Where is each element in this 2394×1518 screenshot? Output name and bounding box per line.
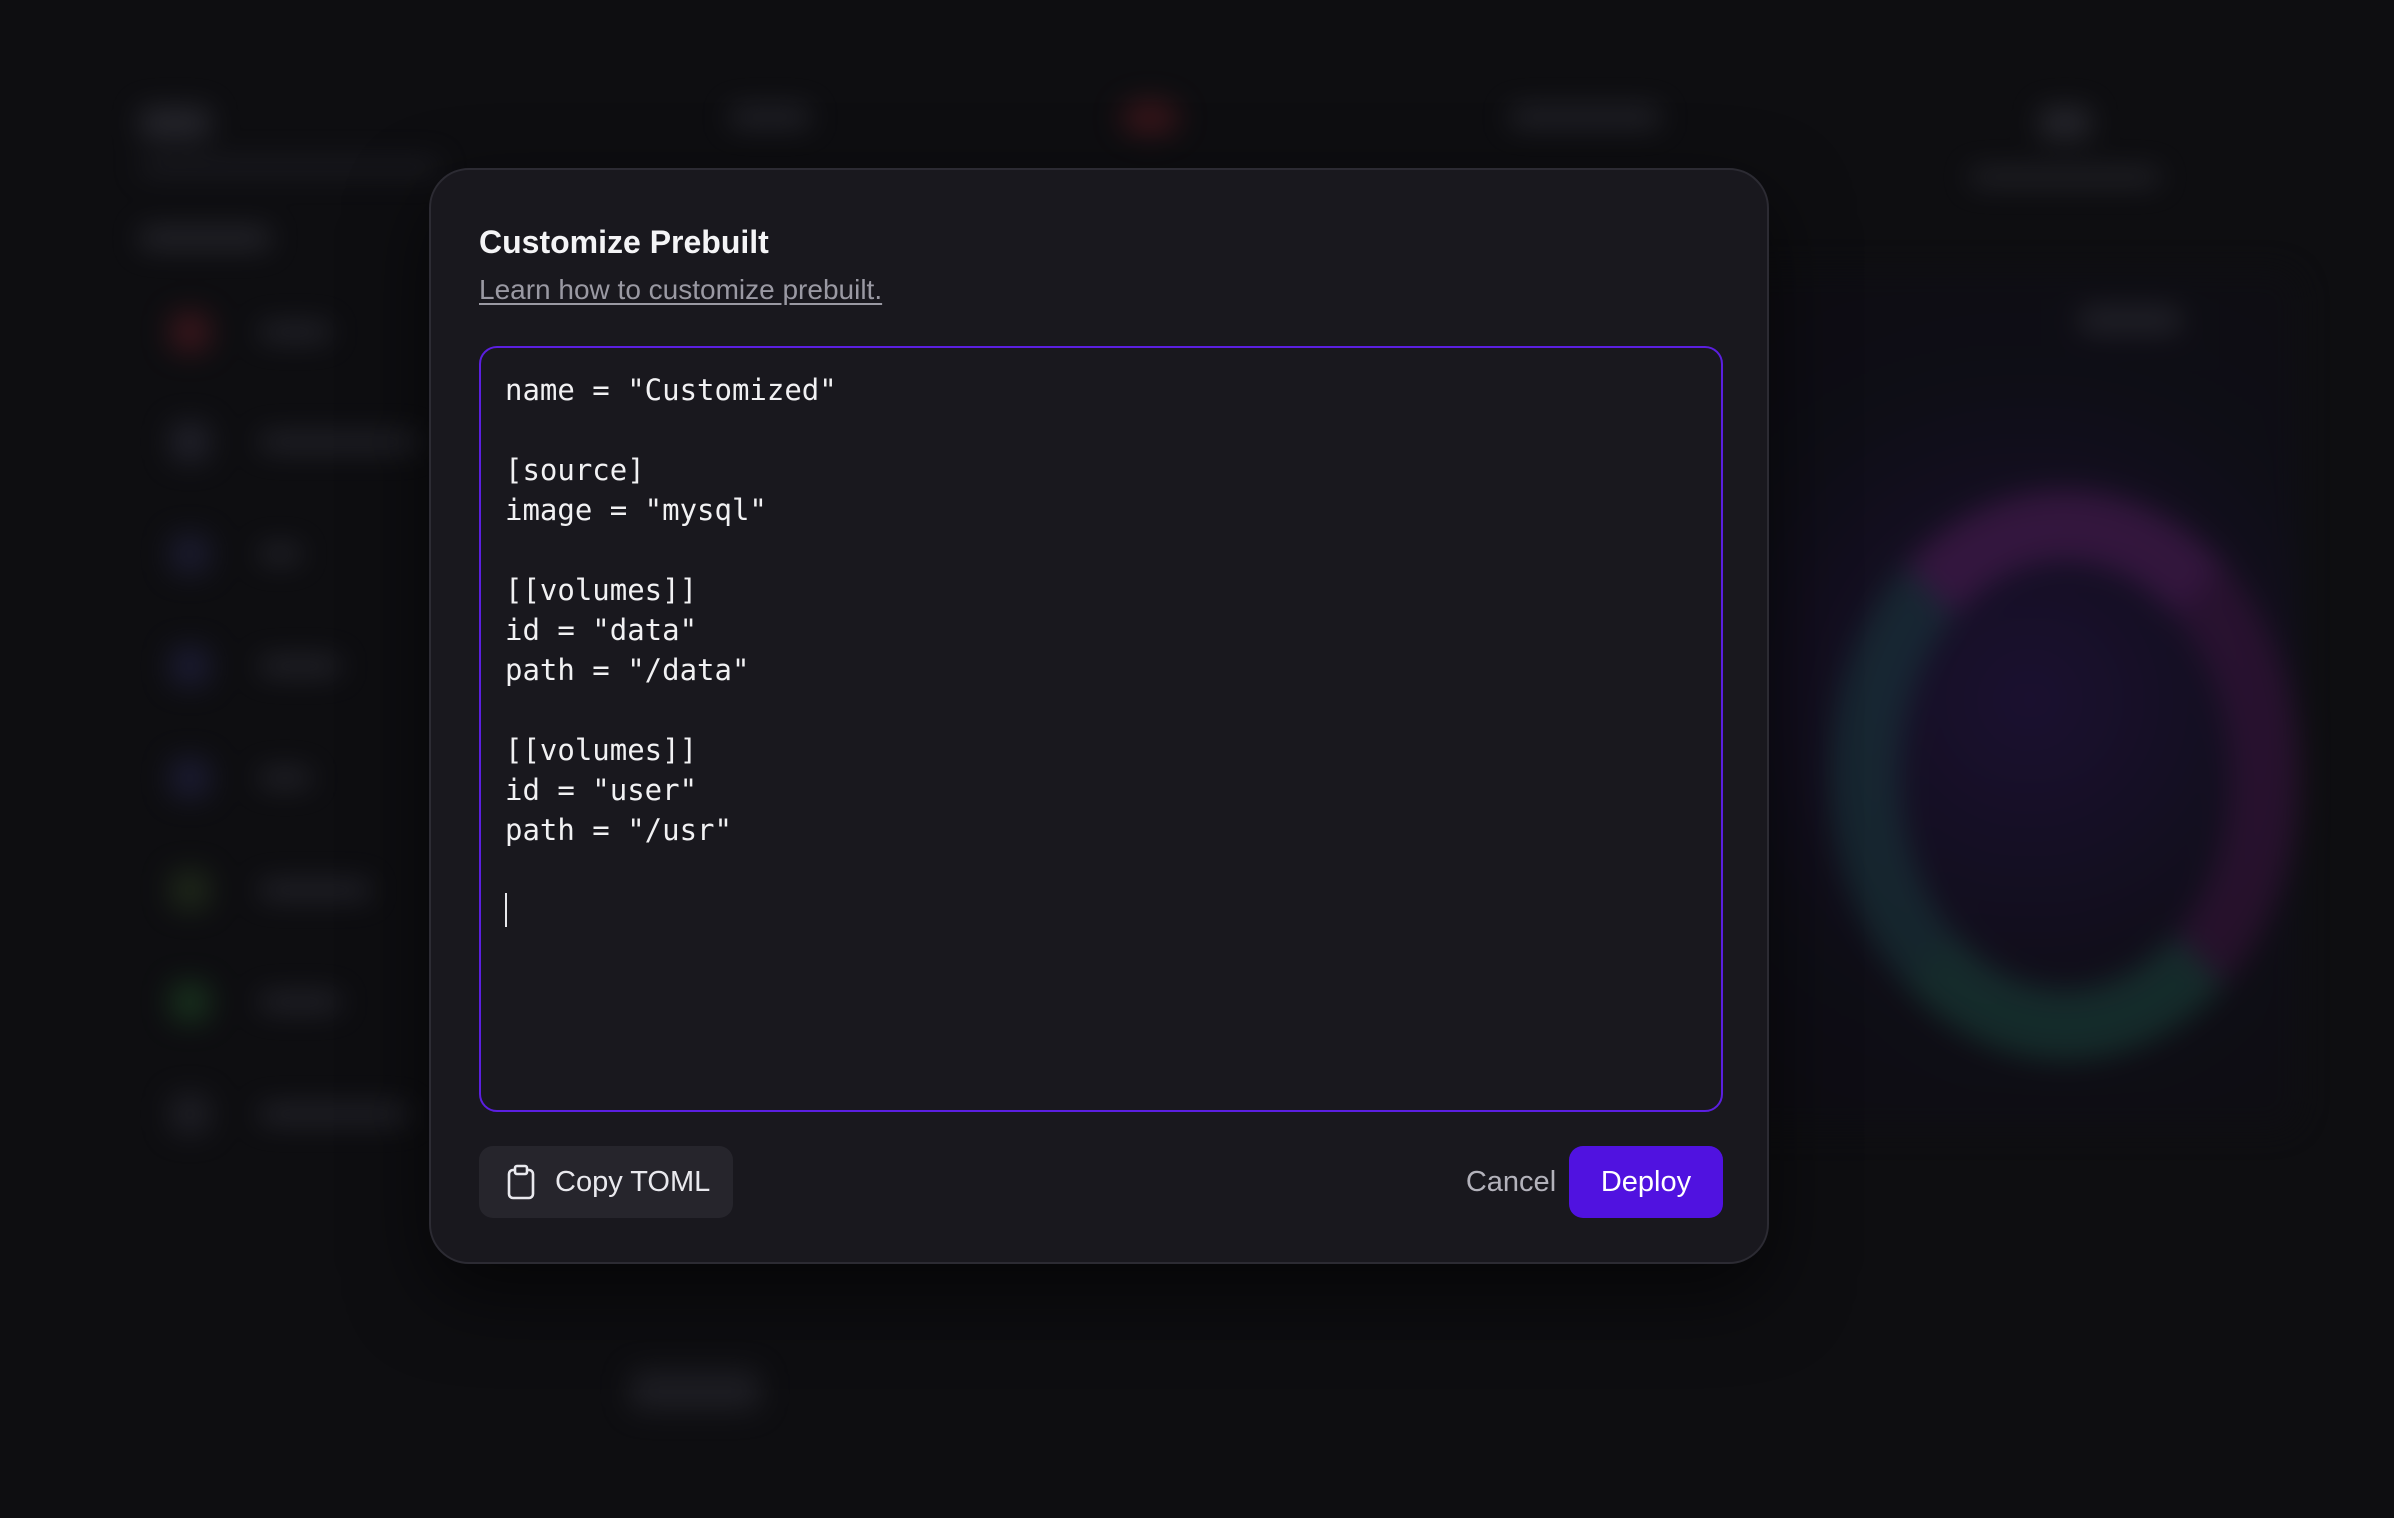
bg-sidebar-label xyxy=(260,546,300,562)
bg-subtitle xyxy=(140,160,440,174)
bg-sidebar-icon xyxy=(170,870,210,910)
bg-sidebar-row xyxy=(170,312,430,352)
bg-sidebar-row xyxy=(170,982,430,1022)
learn-more-link[interactable]: Learn how to customize prebuilt. xyxy=(479,274,882,306)
code-line: name = "Customized" xyxy=(505,373,837,407)
bg-sidebar-row xyxy=(170,534,430,574)
bg-sidebar-label xyxy=(260,324,330,340)
bg-sidebar-row xyxy=(170,870,430,910)
bg-sidebar-row xyxy=(170,758,430,798)
code-line: [[volumes]] xyxy=(505,573,698,607)
bg-sidebar-row xyxy=(170,1094,430,1134)
bg-heading xyxy=(140,228,270,248)
bg-sidebar-icon xyxy=(170,1094,210,1134)
copy-toml-button[interactable]: Copy TOML xyxy=(479,1146,733,1218)
bg-nav-item xyxy=(2040,108,2090,138)
modal-title: Customize Prebuilt xyxy=(479,224,769,260)
bg-sidebar-label xyxy=(260,658,340,674)
bg-graph-ring xyxy=(1830,490,2300,1060)
code-line: [[volumes]] xyxy=(505,733,698,767)
bg-sidebar-row xyxy=(170,422,430,462)
bg-sidebar-label xyxy=(260,770,310,786)
bg-sidebar-label xyxy=(260,994,340,1010)
bg-nav-item xyxy=(1120,100,1180,136)
clipboard-icon xyxy=(505,1164,537,1200)
bg-sidebar-row xyxy=(170,646,430,686)
bg-panel-button xyxy=(2080,308,2180,332)
code-line: image = "mysql" xyxy=(505,493,767,527)
bg-bottom-button xyxy=(630,1370,760,1410)
text-cursor xyxy=(505,893,507,927)
bg-sidebar-label xyxy=(260,434,420,450)
bg-nav-item xyxy=(1510,108,1660,126)
bg-sidebar-icon xyxy=(170,758,210,798)
code-line: path = "/data" xyxy=(505,653,750,687)
code-line: id = "user" xyxy=(505,773,698,807)
code-line-cursor xyxy=(505,890,1721,930)
copy-toml-label: Copy TOML xyxy=(555,1165,711,1198)
bg-sidebar-label xyxy=(260,1106,410,1122)
bg-sidebar-icon xyxy=(170,646,210,686)
code-line: id = "data" xyxy=(505,613,698,647)
toml-editor[interactable]: name = "Customized" [source] image = "my… xyxy=(479,346,1723,1112)
cancel-button[interactable]: Cancel xyxy=(1431,1146,1591,1218)
bg-nav-item xyxy=(1970,170,2160,184)
code-line: path = "/usr" xyxy=(505,813,732,847)
bg-sidebar-icon xyxy=(170,422,210,462)
bg-sidebar-icon xyxy=(170,982,210,1022)
bg-sidebar-icon xyxy=(170,312,210,352)
bg-nav-item xyxy=(730,108,810,126)
bg-logo xyxy=(140,108,210,138)
deploy-button[interactable]: Deploy xyxy=(1569,1146,1723,1218)
customize-prebuilt-modal: Customize Prebuilt Learn how to customiz… xyxy=(429,168,1769,1264)
bg-sidebar-label xyxy=(260,882,370,898)
bg-sidebar-icon xyxy=(170,534,210,574)
code-line: [source] xyxy=(505,453,645,487)
